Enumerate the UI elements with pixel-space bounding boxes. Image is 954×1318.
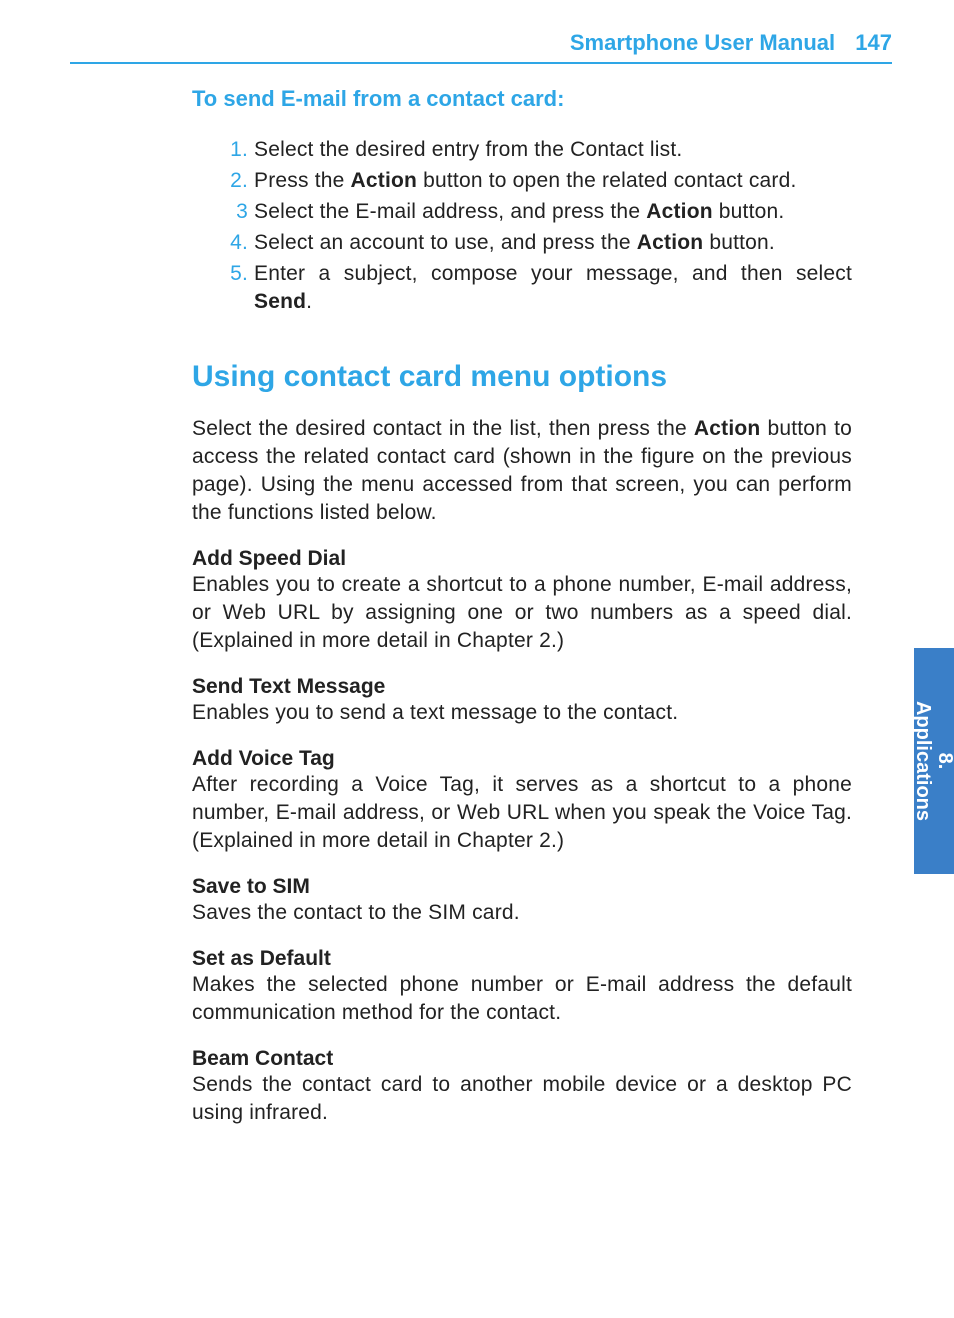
step-bold: Action (637, 231, 704, 254)
option-desc: Enables you to create a shortcut to a ph… (192, 571, 852, 655)
option-desc: Saves the contact to the SIM card. (192, 899, 852, 927)
step-text: Select the desired entry from the Contac… (254, 138, 682, 161)
option-desc: Makes the selected phone number or E-mai… (192, 971, 852, 1027)
step-number: 1. (218, 136, 248, 164)
option-desc: Sends the contact card to another mobile… (192, 1071, 852, 1127)
list-item: 4. Select an account to use, and press t… (254, 229, 852, 257)
step-text: . (306, 290, 312, 313)
option-block: Add Voice Tag After recording a Voice Ta… (192, 747, 852, 855)
option-title: Beam Contact (192, 1047, 852, 1071)
step-number: 5. (218, 260, 248, 288)
step-text: button. (703, 231, 775, 254)
section2-intro: Select the desired contact in the list, … (192, 415, 852, 527)
option-block: Add Speed Dial Enables you to create a s… (192, 547, 852, 655)
list-item: 5. Enter a subject, compose your message… (254, 260, 852, 316)
step-number: 3 (218, 198, 248, 226)
option-title: Save to SIM (192, 875, 852, 899)
list-item: 2. Press the Action button to open the r… (254, 167, 852, 195)
option-block: Send Text Message Enables you to send a … (192, 675, 852, 727)
step-text: button. (713, 200, 785, 223)
header-title: Smartphone User Manual (570, 30, 835, 55)
step-bold: Send (254, 290, 306, 313)
page-header: Smartphone User Manual 147 (70, 30, 892, 64)
list-item: 3 Select the E-mail address, and press t… (254, 198, 852, 226)
chapter-tab-label: 8. Applications (912, 701, 954, 821)
intro-bold: Action (694, 417, 761, 440)
step-text: button to open the related contact card. (417, 169, 796, 192)
step-text: Press the (254, 169, 351, 192)
list-item: 1. Select the desired entry from the Con… (254, 136, 852, 164)
option-block: Set as Default Makes the selected phone … (192, 947, 852, 1027)
section1-heading: To send E-mail from a contact card: (192, 86, 852, 112)
section2-heading: Using contact card menu options (192, 360, 852, 394)
option-title: Set as Default (192, 947, 852, 971)
step-number: 2. (218, 167, 248, 195)
option-title: Send Text Message (192, 675, 852, 699)
header-page-number: 147 (855, 30, 892, 55)
option-desc: Enables you to send a text message to th… (192, 699, 852, 727)
step-text: Select the E-mail address, and press the (254, 200, 646, 223)
step-bold: Action (646, 200, 713, 223)
option-desc: After recording a Voice Tag, it serves a… (192, 771, 852, 855)
step-text: Select an account to use, and press the (254, 231, 637, 254)
step-bold: Action (351, 169, 418, 192)
manual-page: Smartphone User Manual 147 To send E-mai… (0, 0, 954, 1318)
step-text: Enter a subject, compose your message, a… (254, 262, 852, 285)
page-content: To send E-mail from a contact card: 1. S… (192, 86, 852, 1127)
chapter-tab: 8. Applications (914, 648, 954, 874)
step-number: 4. (218, 229, 248, 257)
option-block: Beam Contact Sends the contact card to a… (192, 1047, 852, 1127)
chapter-number: 8. (934, 753, 954, 770)
section1-step-list: 1. Select the desired entry from the Con… (192, 136, 852, 316)
intro-text: Select the desired contact in the list, … (192, 417, 694, 440)
option-title: Add Speed Dial (192, 547, 852, 571)
option-block: Save to SIM Saves the contact to the SIM… (192, 875, 852, 927)
chapter-name: Applications (912, 701, 934, 821)
option-title: Add Voice Tag (192, 747, 852, 771)
